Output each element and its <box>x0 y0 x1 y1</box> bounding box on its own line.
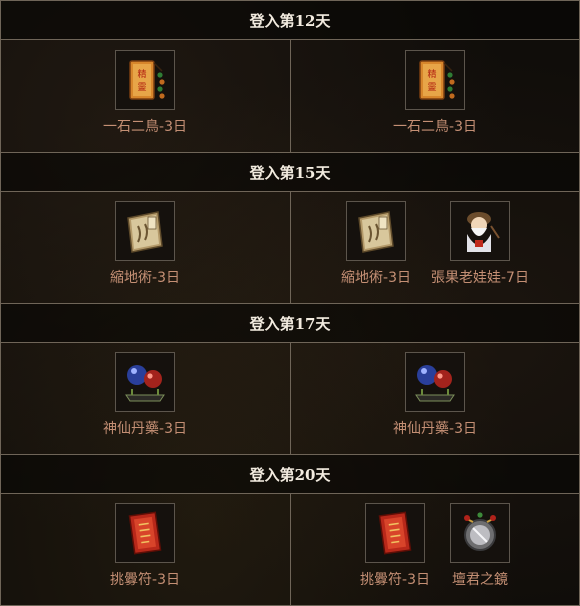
reward-cell-left: 精 靈 一石二鳥-3日 <box>1 40 289 152</box>
reward-item[interactable]: 神仙丹藥-3日 <box>393 342 477 454</box>
reward-cell-left: 神仙丹藥-3日 <box>1 342 289 454</box>
reward-item[interactable]: 挑釁符-3日 <box>360 493 430 605</box>
reward-cell-right: 神仙丹藥-3日 <box>290 342 579 454</box>
section-header-day20: 登入第20天 <box>1 454 579 494</box>
reward-label: 神仙丹藥-3日 <box>103 421 187 437</box>
svg-text:精: 精 <box>427 68 436 80</box>
login-reward-board: 登入第12天 精 靈 一石二鳥-3日 精 靈 一石二鳥-3日 登入第15天 縮地… <box>0 0 580 606</box>
reward-cell-right: 縮地術-3日 張果老娃娃-7日 <box>290 191 579 303</box>
reward-label: 壇君之鏡 <box>451 572 508 588</box>
reward-label: 縮地術-3日 <box>110 270 180 286</box>
altar-mirror-icon <box>449 503 510 563</box>
reward-label: 一石二鳥-3日 <box>103 119 187 135</box>
svg-text:靈: 靈 <box>137 82 146 93</box>
reward-item[interactable]: 壇君之鏡 <box>449 493 510 605</box>
scroll-book-icon <box>115 201 175 261</box>
reward-item[interactable]: 張果老娃娃-7日 <box>431 191 529 303</box>
reward-label: 神仙丹藥-3日 <box>393 421 477 437</box>
reward-cell-left: 縮地術-3日 <box>1 191 289 303</box>
reward-item[interactable]: 挑釁符-3日 <box>110 493 180 605</box>
reward-label: 一石二鳥-3日 <box>393 119 477 135</box>
reward-item[interactable]: 縮地術-3日 <box>341 191 411 303</box>
section-header-day17: 登入第17天 <box>1 303 579 343</box>
reward-label: 挑釁符-3日 <box>360 572 430 588</box>
svg-text:靈: 靈 <box>427 82 436 93</box>
challenge-talisman-icon <box>115 503 175 563</box>
section-title: 登入第15天 <box>249 163 331 182</box>
section-header-day12: 登入第12天 <box>1 1 579 40</box>
challenge-talisman-icon <box>365 503 425 563</box>
elixir-orbs-icon <box>405 352 465 412</box>
section-title: 登入第20天 <box>249 465 331 484</box>
reward-item[interactable]: 精 靈 一石二鳥-3日 <box>393 40 477 152</box>
elixir-orbs-icon <box>115 352 175 412</box>
reward-item[interactable]: 精 靈 一石二鳥-3日 <box>103 40 187 152</box>
reward-item[interactable]: 神仙丹藥-3日 <box>103 342 187 454</box>
reward-cell-left: 挑釁符-3日 <box>1 493 289 605</box>
scroll-book-icon <box>346 201 407 261</box>
reward-cell-right: 挑釁符-3日 壇君之鏡 <box>290 493 579 605</box>
section-title: 登入第17天 <box>249 314 331 333</box>
section-title: 登入第12天 <box>249 11 331 30</box>
spirit-talisman-icon: 精 靈 <box>115 50 175 110</box>
reward-label: 縮地術-3日 <box>341 270 411 286</box>
svg-text:精: 精 <box>137 68 146 80</box>
reward-label: 挑釁符-3日 <box>110 572 180 588</box>
reward-label: 張果老娃娃-7日 <box>431 270 529 286</box>
section-header-day15: 登入第15天 <box>1 152 579 192</box>
old-man-doll-icon <box>449 201 510 261</box>
reward-item[interactable]: 縮地術-3日 <box>110 191 180 303</box>
spirit-talisman-icon: 精 靈 <box>405 50 465 110</box>
reward-cell-right: 精 靈 一石二鳥-3日 <box>290 40 579 152</box>
